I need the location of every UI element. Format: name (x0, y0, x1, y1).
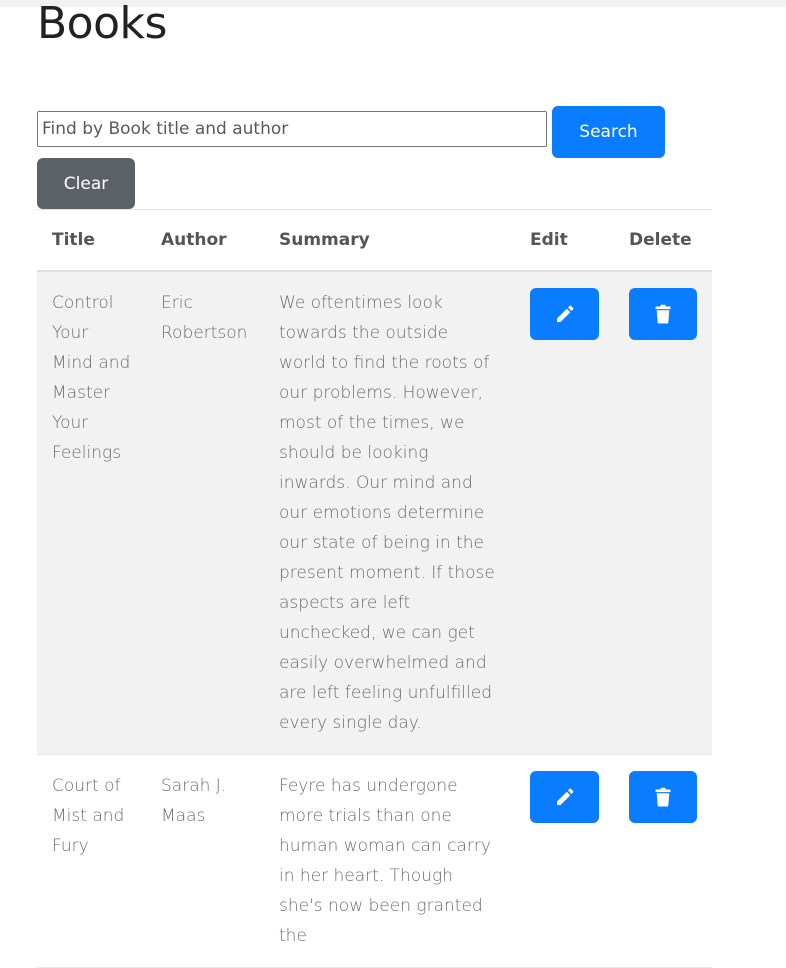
trash-icon (655, 787, 671, 807)
search-input[interactable] (37, 111, 547, 147)
page-title: Books (37, 0, 167, 49)
delete-button[interactable] (629, 771, 697, 823)
header-summary: Summary (264, 209, 515, 272)
header-edit: Edit (515, 209, 614, 272)
pencil-icon (556, 305, 573, 322)
table-row: Court of Mist and Fury Sarah J. Maas Fey… (37, 754, 712, 968)
delete-cell (614, 754, 712, 968)
delete-button[interactable] (629, 288, 697, 340)
edit-cell (515, 754, 614, 968)
edit-button[interactable] (530, 771, 599, 823)
header-title: Title (37, 209, 146, 272)
edit-cell (515, 271, 614, 755)
delete-cell (614, 271, 712, 755)
book-title-cell: Court of Mist and Fury (37, 754, 146, 968)
edit-button[interactable] (530, 288, 599, 340)
table-header-row: Title Author Summary Edit Delete (37, 209, 712, 272)
table-row: Control Your Mind and Master Your Feelin… (37, 271, 712, 755)
book-author-cell: Eric Robertson (146, 271, 264, 755)
trash-icon (655, 304, 671, 324)
pencil-icon (556, 788, 573, 805)
book-summary-cell: Feyre has undergone more trials than one… (264, 754, 515, 968)
books-table: Title Author Summary Edit Delete Control… (37, 209, 712, 968)
book-summary-cell: We oftentimes look towards the outside w… (264, 271, 515, 755)
clear-button[interactable]: Clear (37, 158, 135, 209)
search-button[interactable]: Search (552, 106, 665, 158)
header-delete: Delete (614, 209, 712, 272)
book-author-cell: Sarah J. Maas (146, 754, 264, 968)
book-title-cell: Control Your Mind and Master Your Feelin… (37, 271, 146, 755)
header-author: Author (146, 209, 264, 272)
